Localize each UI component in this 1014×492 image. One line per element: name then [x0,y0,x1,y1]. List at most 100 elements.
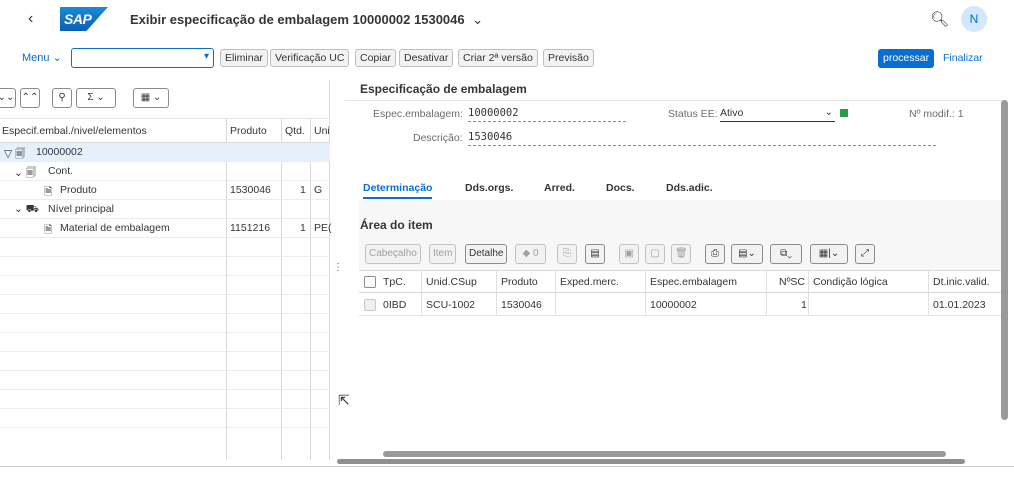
item-button[interactable]: Item [429,244,457,264]
print-icon[interactable]: ⎙ [705,244,725,264]
column-header[interactable]: Exped.merc. [560,276,619,288]
avatar[interactable]: N [961,6,987,32]
tree-node-label: Cont. [48,165,74,177]
tree-row [0,314,330,333]
spec-field[interactable]: 10000002 [468,107,626,122]
criar-versao-button[interactable]: Criar 2ª versão [458,49,538,67]
chevron-down-icon[interactable]: ⌄ [825,107,833,118]
column-header[interactable]: Condição lógica [813,276,888,288]
tree-row [0,390,330,409]
cell-nsc: 1 [801,299,807,311]
collapse-all-icon[interactable]: ⌄⌄ [0,88,16,108]
page-title-text: Exibir especificação de embalagem 100000… [130,12,465,27]
tree-cell-produto: 1530046 [230,184,271,196]
dropdown-icon[interactable]: ▾ [204,51,209,62]
details-icon[interactable]: ▤ [585,244,605,264]
tree-row [0,276,330,295]
tree-row [0,238,330,257]
table-row[interactable]: 0IBD SCU-1002 1530046 10000002 1 01.01.2… [359,294,1005,316]
tab-docs[interactable]: Docs. [606,182,635,194]
views-icon[interactable]: ⧉⌄ [770,244,802,264]
cell-unid: SCU-1002 [426,299,476,311]
finalizar-button[interactable]: Finalizar [943,52,983,64]
tree-row[interactable]: ▽ 🗐 10000002 [0,143,330,162]
copiar-button[interactable]: Copiar [355,49,396,67]
column-header[interactable]: NºSC [779,276,805,288]
layout-icon[interactable]: ▦ ⌄ [133,88,169,108]
layout-icon[interactable]: ▦|⌄ [810,244,848,264]
page-title[interactable]: Exibir especificação de embalagem 100000… [130,12,483,28]
sum-icon[interactable]: Σ ⌄ [76,88,116,108]
delete-icon[interactable]: 🗑 [671,244,691,264]
vertical-scrollbar[interactable] [1001,100,1008,420]
search-icon[interactable]: 🔍︎ [930,10,949,28]
column-header[interactable]: Produto [501,276,538,288]
back-icon[interactable]: ‹ [28,10,33,28]
tree-row[interactable]: ⌄ ⛟ Nível principal [0,200,330,219]
desc-field[interactable]: 1530046 [468,131,936,146]
tree-node-label: Material de embalagem [60,222,170,234]
tab-determinacao[interactable]: Determinação [363,182,433,199]
tree-col-header[interactable]: Especif.embal./nivel/elementos [2,125,147,137]
desativar-button[interactable]: Desativar [399,49,454,67]
tree-row [0,257,330,276]
eliminar-button[interactable]: Eliminar [220,49,268,67]
tree-row [0,352,330,371]
cell-dt: 01.01.2023 [933,299,986,311]
tree-panel: ⌄⌄ ⌃⌃ ⚲ Σ ⌄ ▦ ⌄ Especif.embal./nivel/ele… [0,80,332,460]
status-select[interactable]: Ativo ⌄ [720,107,835,122]
menu-button[interactable]: Menu ⌄ [22,51,62,64]
append-row-icon[interactable]: ▢ [645,244,665,264]
tab-bar: Determinação Dds.orgs. Arred. Docs. Dds.… [345,178,1005,200]
table-horizontal-scrollbar[interactable] [383,451,946,457]
column-header[interactable]: TpC. [383,276,406,288]
tree-col-header[interactable]: Produto [230,125,267,137]
tree-node-icon[interactable]: ⌄ ⛟ [14,203,39,217]
insert-row-icon[interactable]: ▣ [619,244,639,264]
item-area: Área do item Cabeçalho Item Detalhe ◆ 0 … [359,200,1005,462]
detalhe-button[interactable]: Detalhe [465,244,508,264]
divider [345,100,1005,101]
tab-arred[interactable]: Arred. [544,182,575,194]
tree-node-label: Nível principal [48,203,114,215]
tab-dds-orgs[interactable]: Dds.orgs. [465,182,513,194]
cabecalho-button[interactable]: Cabeçalho [365,244,421,264]
tree-col-header[interactable]: Qtd. [285,125,305,137]
tree-row[interactable]: ⌄ 🗐 Cont. [0,162,330,181]
chevron-down-icon: ⌄ [472,12,484,27]
status-label: Status EE: [668,108,718,120]
tree-row[interactable]: 🗎 Material de embalagem 1151216 1 PE( [0,219,332,238]
tab-dds-adic[interactable]: Dds.adic. [666,182,713,194]
select-all-checkbox[interactable] [364,276,376,288]
tree-row [0,295,330,314]
export-icon[interactable]: ▤⌄ [731,244,763,264]
copy-icon[interactable]: ⎘ [557,244,577,264]
previsao-button[interactable]: Previsão [543,49,594,67]
app-toolbar: Menu ⌄ ▾ Eliminar Verificação UC Copiar … [0,46,1014,72]
spec-label: Espec.embalagem: [373,108,463,120]
column-header[interactable]: Unid.CSup [426,276,477,288]
status-value: Ativo [720,107,744,119]
tree-node-label: Produto [60,184,97,196]
processar-button[interactable]: processar [878,49,935,68]
tree-row [0,409,330,428]
column-header[interactable]: Dt.inic.valid. [933,276,990,288]
verificacao-uc-button[interactable]: Verificação UC [270,49,350,67]
status-indicator [840,109,848,117]
tree-row[interactable]: 🗎 Produto 1530046 1 G [0,181,330,200]
item-area-title: Área do item [360,218,433,232]
fullscreen-icon[interactable]: ⤢ [855,244,875,264]
sap-logo: SAP [60,7,108,31]
expand-all-icon[interactable]: ⌃⌃ [20,88,40,108]
table-header: TpC. Unid.CSup Produto Exped.merc. Espec… [359,271,1005,293]
search-icon[interactable]: ⚲ [52,88,72,108]
count-button[interactable]: ◆ 0 [515,244,546,264]
tree-cell-qtd: 1 [300,184,306,196]
row-checkbox[interactable] [364,299,376,311]
tree-col-header[interactable]: Uni [314,125,330,137]
cell-produto: 1530046 [501,299,542,311]
horizontal-scrollbar[interactable] [337,459,965,464]
command-field[interactable]: ▾ [71,48,214,68]
column-header[interactable]: Espec.embalagem [650,276,737,288]
splitter-handle[interactable]: ⋮ [333,262,343,273]
